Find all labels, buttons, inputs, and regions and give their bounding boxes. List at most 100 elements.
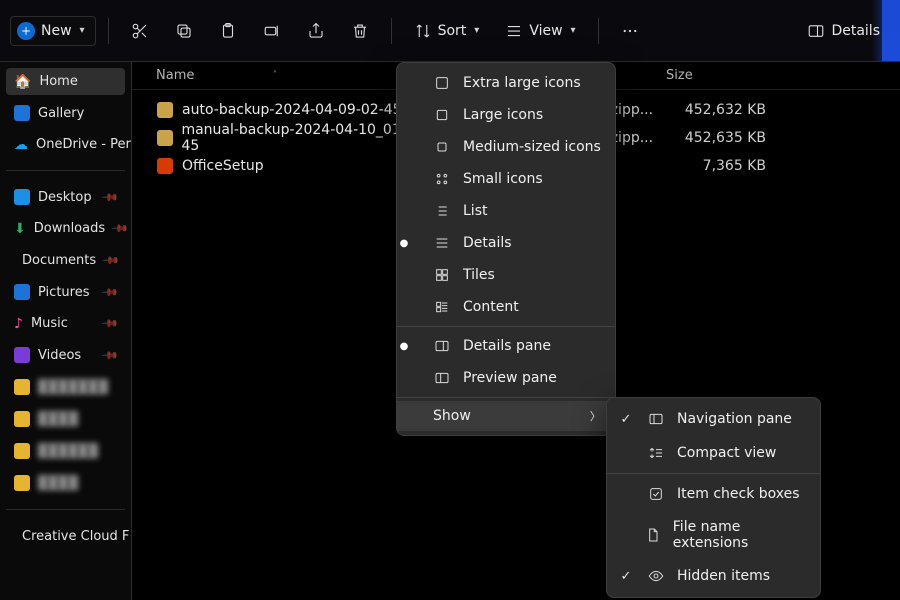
column-header-name[interactable]: Name ˄ (156, 68, 416, 83)
sidebar-item-documents[interactable]: Documents 📌 (6, 246, 125, 274)
menu-item-large-icons[interactable]: Large icons (397, 99, 615, 131)
menu-item-label: Navigation pane (677, 411, 792, 427)
folder-icon (156, 129, 173, 147)
scissors-icon (131, 22, 149, 40)
rename-button[interactable] (253, 16, 291, 46)
content-icon (433, 298, 451, 316)
toolbar: New ▾ Sort ▾ View ▾ (0, 0, 900, 62)
sidebar-item-label: Pictures (38, 285, 89, 300)
sidebar-item-label: OneDrive - Pers (36, 137, 132, 152)
file-name: auto-backup-2024-04-09-02-45 (182, 102, 402, 118)
preview-pane-icon (433, 369, 451, 387)
list-icon (433, 202, 451, 220)
menu-item-label: Item check boxes (677, 486, 800, 502)
file-size: 452,635 KB (666, 130, 786, 146)
menu-item-label: Medium-sized icons (463, 139, 601, 155)
menu-item-show[interactable]: Show 〉 (397, 401, 615, 431)
main-area: 🏠 Home Gallery ☁ OneDrive - Pers Desktop… (0, 62, 900, 600)
chevron-down-icon: ▾ (571, 25, 576, 36)
column-header-size[interactable]: Size (666, 68, 786, 83)
cloud-icon: ☁ (14, 138, 28, 152)
selected-bullet-icon: ● (395, 341, 413, 352)
sidebar-item-blurred[interactable]: ██████ (6, 437, 125, 465)
separator (397, 326, 615, 327)
menu-item-tiles[interactable]: Tiles (397, 259, 615, 291)
pin-icon: 📌 (101, 188, 120, 207)
videos-icon (14, 347, 30, 363)
delete-button[interactable] (341, 16, 379, 46)
sidebar-item-downloads[interactable]: ⬇ Downloads 📌 (6, 215, 125, 242)
sidebar-item-pictures[interactable]: Pictures 📌 (6, 278, 125, 306)
new-button[interactable]: New ▾ (10, 16, 96, 46)
sidebar-item-onedrive[interactable]: ☁ OneDrive - Pers (6, 131, 125, 158)
menu-item-small-icons[interactable]: Small icons (397, 163, 615, 195)
trash-icon (351, 22, 369, 40)
menu-item-details[interactable]: ● Details (397, 227, 615, 259)
sidebar-item-label: Gallery (38, 106, 84, 121)
sidebar-item-desktop[interactable]: Desktop 📌 (6, 183, 125, 211)
more-button[interactable] (611, 16, 649, 46)
desktop-icon (14, 189, 30, 205)
details-pane-icon (807, 22, 825, 40)
grid-large-icon (433, 74, 451, 92)
sidebar-item-gallery[interactable]: Gallery (6, 99, 125, 127)
downloads-icon: ⬇ (14, 222, 26, 236)
view-button-label: View (529, 23, 562, 39)
share-button[interactable] (297, 16, 335, 46)
new-button-label: New (41, 23, 72, 39)
sidebar-item-label: Documents (22, 253, 96, 268)
menu-item-label: File name extensions (673, 519, 802, 551)
details-panel-label: Details (831, 23, 880, 39)
sidebar-item-label: Creative Cloud F (22, 529, 129, 544)
menu-item-content[interactable]: Content (397, 291, 615, 323)
sidebar-item-music[interactable]: ♪ Music 📌 (6, 310, 125, 337)
file-size: 7,365 KB (666, 158, 786, 174)
details-panel-button[interactable]: Details (797, 16, 890, 46)
menu-item-details-pane[interactable]: ● Details pane (397, 330, 615, 362)
menu-item-hidden-items[interactable]: ✓ Hidden items (607, 559, 820, 593)
grid-medium-icon (433, 138, 451, 156)
grid-icon (433, 106, 451, 124)
sidebar-item-label: Downloads (34, 221, 105, 236)
file-list-pane: Name ˄ Size auto-backup-2024-04-09-02-45… (132, 62, 900, 600)
paste-button[interactable] (209, 16, 247, 46)
sidebar-item-blurred[interactable]: ███████ (6, 373, 125, 401)
show-submenu: ✓ Navigation pane Compact view Item chec… (606, 397, 821, 598)
folder-icon (14, 379, 30, 395)
sidebar-item-label: Home (39, 74, 77, 89)
menu-item-medium-icons[interactable]: Medium-sized icons (397, 131, 615, 163)
menu-item-item-check-boxes[interactable]: Item check boxes (607, 477, 820, 511)
file-icon (645, 526, 661, 544)
selected-bullet-icon: ● (395, 238, 413, 249)
menu-item-navigation-pane[interactable]: ✓ Navigation pane (607, 402, 820, 436)
cut-button[interactable] (121, 16, 159, 46)
menu-item-label: Extra large icons (463, 75, 581, 91)
pin-icon: 📌 (101, 314, 120, 333)
separator (6, 170, 125, 171)
sidebar-item-creative-cloud[interactable]: Creative Cloud F (6, 522, 125, 550)
view-button[interactable]: View ▾ (495, 16, 585, 46)
clipboard-icon (219, 22, 237, 40)
copy-button[interactable] (165, 16, 203, 46)
menu-item-file-name-extensions[interactable]: File name extensions (607, 511, 820, 559)
separator (108, 18, 109, 44)
menu-item-list[interactable]: List (397, 195, 615, 227)
sidebar-item-label: Videos (38, 348, 81, 363)
sort-button[interactable]: Sort ▾ (404, 16, 490, 46)
sidebar-item-home[interactable]: 🏠 Home (6, 68, 125, 95)
details-icon (433, 234, 451, 252)
file-name: OfficeSetup (182, 158, 264, 174)
sidebar-item-blurred[interactable]: ████ (6, 469, 125, 497)
sidebar-item-label: ██████ (38, 444, 98, 459)
pin-icon: 📌 (101, 346, 120, 365)
column-header-label: Name (156, 68, 194, 83)
sidebar-item-blurred[interactable]: ████ (6, 405, 125, 433)
share-icon (307, 22, 325, 40)
separator (607, 473, 820, 474)
menu-item-extra-large-icons[interactable]: Extra large icons (397, 67, 615, 99)
menu-item-preview-pane[interactable]: Preview pane (397, 362, 615, 394)
sidebar-item-videos[interactable]: Videos 📌 (6, 341, 125, 369)
menu-item-compact-view[interactable]: Compact view (607, 436, 820, 470)
separator (6, 509, 125, 510)
menu-item-label: Large icons (463, 107, 543, 123)
